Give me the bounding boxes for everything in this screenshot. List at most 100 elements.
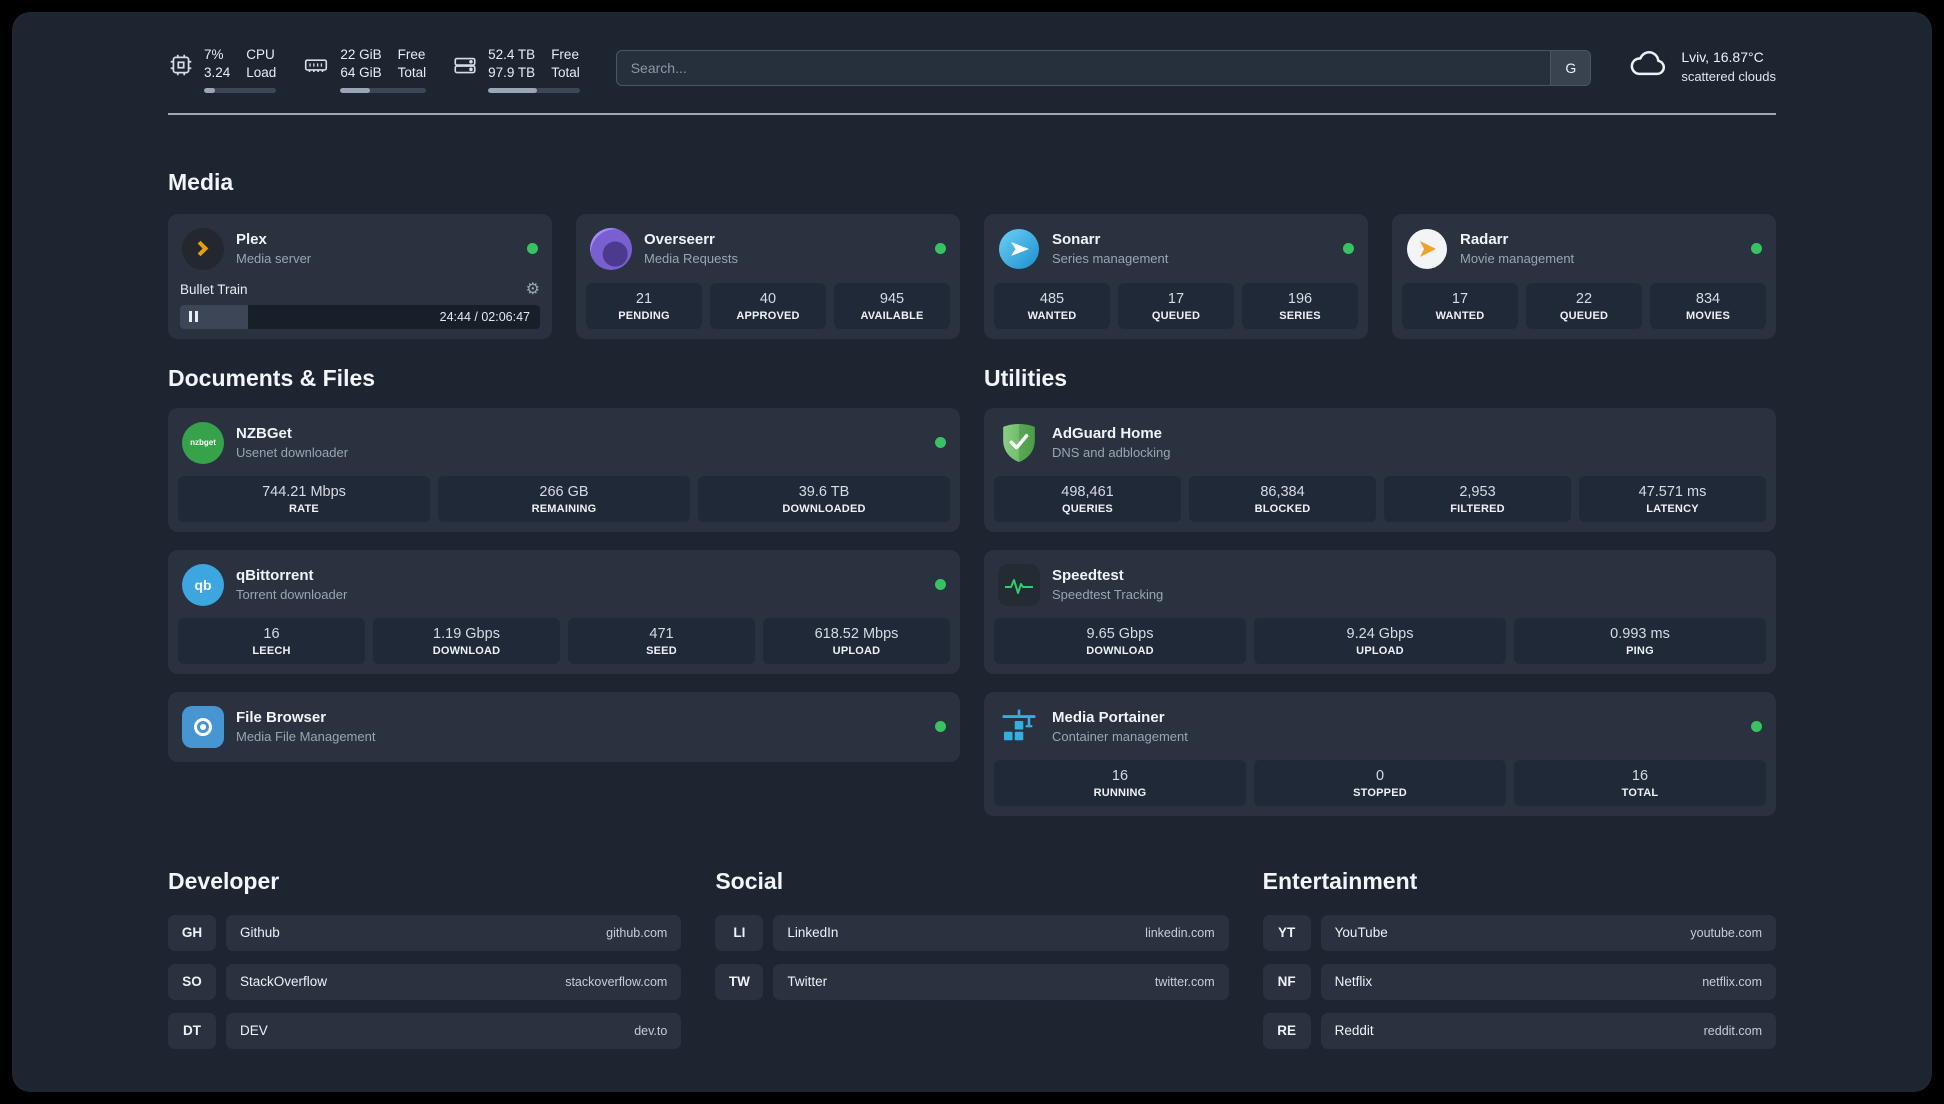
stat-movies: 834 MOVIES	[1650, 282, 1766, 329]
bookmark-name: YouTube	[1334, 925, 1388, 941]
stat-wanted: 485 WANTED	[994, 282, 1110, 329]
status-dot	[1343, 243, 1354, 255]
media-grid: Plex Media server Bullet Train ⚙ 24:44 /…	[168, 213, 1776, 339]
stat-filtered: 2,953 FILTERED	[1384, 475, 1571, 522]
bookmark-name: StackOverflow	[240, 974, 328, 990]
overseerr-icon	[590, 227, 632, 270]
app-card-portainer[interactable]: Media Portainer Container management 16 …	[984, 691, 1776, 816]
stat-wanted: 17 WANTED	[1402, 282, 1518, 329]
speedtest-icon	[998, 563, 1040, 606]
topbar: 7% 3.24 CPU Load 22 GiB 64 GiB Free Tota…	[168, 12, 1776, 93]
disk-progress-bar	[488, 87, 580, 93]
weather-widget: Lviv, 16.87°C scattered clouds	[1627, 48, 1776, 86]
utilities-column: Utilities AdGuard Home DNS and adblockin…	[984, 365, 1776, 816]
app-card-sonarr[interactable]: Sonarr Series management 485 WANTED 17 Q…	[984, 213, 1368, 339]
app-card-plex[interactable]: Plex Media server Bullet Train ⚙ 24:44 /…	[168, 213, 552, 339]
bookmark-netflix[interactable]: NF Netflix netflix.com	[1262, 963, 1776, 1000]
bookmark-youtube[interactable]: YT YouTube youtube.com	[1262, 914, 1776, 951]
cpu-load-value: 3.24	[204, 64, 231, 80]
stat-download: 1.19 Gbps DOWNLOAD	[373, 617, 560, 664]
bookmark-name: LinkedIn	[787, 925, 839, 941]
bookmark-url: youtube.com	[1690, 925, 1762, 940]
stat-ping: 0.993 ms PING	[1514, 617, 1766, 664]
disk-total-value: 97.9 TB	[488, 64, 536, 80]
bookmark-linkedin[interactable]: LI LinkedIn linkedin.com	[715, 914, 1229, 951]
disk-free-value: 52.4 TB	[488, 47, 536, 62]
disk-total-label: Total	[551, 64, 580, 80]
stat-pending: 21 PENDING	[586, 282, 702, 329]
search-bar[interactable]: G	[615, 50, 1592, 86]
app-card-nzbget[interactable]: nzbget NZBGet Usenet downloader 744.21 M…	[168, 407, 960, 532]
stat-blocked: 86,384 BLOCKED	[1189, 475, 1376, 522]
app-name: Plex	[236, 231, 267, 249]
app-card-overseerr[interactable]: Overseerr Media Requests 21 PENDING 40 A…	[576, 213, 960, 339]
app-card-adguard[interactable]: AdGuard Home DNS and adblocking 498,461 …	[984, 407, 1776, 532]
ram-widget: 22 GiB 64 GiB Free Total	[302, 46, 427, 93]
app-subtitle: Container management	[1052, 729, 1188, 745]
status-dot	[527, 243, 538, 255]
pause-icon[interactable]	[189, 311, 198, 323]
bookmark-twitter[interactable]: TW Twitter twitter.com	[715, 963, 1229, 1000]
stat-total: 16 TOTAL	[1514, 759, 1766, 806]
developer-column: Developer GH Github github.com SO StackO…	[168, 867, 682, 1062]
bookmark-abbr[interactable]: LI	[715, 914, 764, 951]
social-column: Social LI LinkedIn linkedin.com TW Twitt…	[715, 868, 1229, 1062]
ram-total-value: 64 GiB	[340, 64, 382, 80]
app-subtitle: Media File Management	[236, 729, 376, 745]
stat-series: 196 SERIES	[1242, 282, 1358, 329]
ram-total-label: Total	[397, 64, 427, 80]
app-subtitle: Usenet downloader	[236, 445, 349, 461]
section-title-media: Media	[168, 168, 234, 195]
ram-progress-bar	[340, 87, 427, 93]
bookmark-abbr[interactable]: GH	[168, 914, 216, 951]
qbittorrent-icon: qb	[182, 563, 224, 606]
bookmark-reddit[interactable]: RE Reddit reddit.com	[1262, 1012, 1776, 1049]
stat-latency: 47.571 ms LATENCY	[1579, 475, 1766, 522]
cpu-progress-bar	[204, 87, 277, 93]
bookmark-abbr[interactable]: RE	[1262, 1012, 1311, 1049]
bookmark-url: reddit.com	[1703, 1023, 1762, 1038]
bookmark-abbr[interactable]: TW	[715, 963, 764, 1000]
app-card-filebrowser[interactable]: File Browser Media File Management	[168, 691, 960, 762]
cpu-widget: 7% 3.24 CPU Load	[168, 46, 277, 93]
bookmark-stackoverflow[interactable]: SO StackOverflow stackoverflow.com	[168, 963, 682, 1000]
bookmark-abbr[interactable]: NF	[1262, 963, 1311, 1000]
bookmark-name: DEV	[240, 1023, 268, 1039]
entertainment-column: Entertainment YT YouTube youtube.com NF …	[1262, 867, 1776, 1062]
app-name: qBittorrent	[236, 567, 314, 585]
cpu-label: CPU	[246, 47, 275, 62]
app-subtitle: Movie management	[1460, 251, 1575, 267]
app-name: Speedtest	[1052, 567, 1124, 585]
app-card-radarr[interactable]: Radarr Movie management 17 WANTED 22 QUE…	[1392, 213, 1776, 339]
app-card-speedtest[interactable]: Speedtest Speedtest Tracking 9.65 Gbps D…	[984, 549, 1776, 674]
app-subtitle: Speedtest Tracking	[1052, 587, 1164, 603]
bookmark-abbr[interactable]: YT	[1262, 914, 1311, 951]
cpu-usage-value: 7%	[204, 47, 224, 62]
portainer-icon	[998, 706, 1040, 748]
now-playing-title: Bullet Train	[180, 282, 248, 298]
disk-free-label: Free	[551, 47, 579, 62]
bookmark-abbr[interactable]: DT	[168, 1012, 216, 1049]
search-input[interactable]	[616, 60, 1551, 76]
gear-icon[interactable]: ⚙	[526, 281, 540, 298]
stat-upload: 9.24 Gbps UPLOAD	[1254, 617, 1506, 664]
bookmark-name: Reddit	[1334, 1023, 1374, 1039]
app-subtitle: DNS and adblocking	[1052, 445, 1171, 461]
ram-free-label: Free	[397, 47, 426, 62]
adguard-icon	[998, 422, 1040, 464]
bookmark-name: Github	[240, 925, 280, 941]
status-dot	[935, 579, 946, 591]
bookmark-github[interactable]: GH Github github.com	[168, 914, 682, 951]
section-title-developer: Developer	[168, 867, 280, 894]
section-title-entertainment: Entertainment	[1262, 867, 1418, 894]
search-engine-button[interactable]: G	[1550, 51, 1591, 85]
app-name: NZBGet	[236, 425, 292, 443]
now-playing-widget: Bullet Train ⚙ 24:44 / 02:06:47	[178, 281, 542, 329]
bookmark-url: dev.to	[634, 1023, 668, 1038]
ram-icon	[302, 52, 330, 93]
app-subtitle: Torrent downloader	[236, 587, 348, 603]
bookmark-abbr[interactable]: SO	[168, 963, 216, 1000]
app-card-qbittorrent[interactable]: qb qBittorrent Torrent downloader 16 LEE…	[168, 549, 960, 674]
bookmark-dev[interactable]: DT DEV dev.to	[168, 1012, 682, 1049]
playback-progress-bar[interactable]: 24:44 / 02:06:47	[180, 304, 540, 329]
